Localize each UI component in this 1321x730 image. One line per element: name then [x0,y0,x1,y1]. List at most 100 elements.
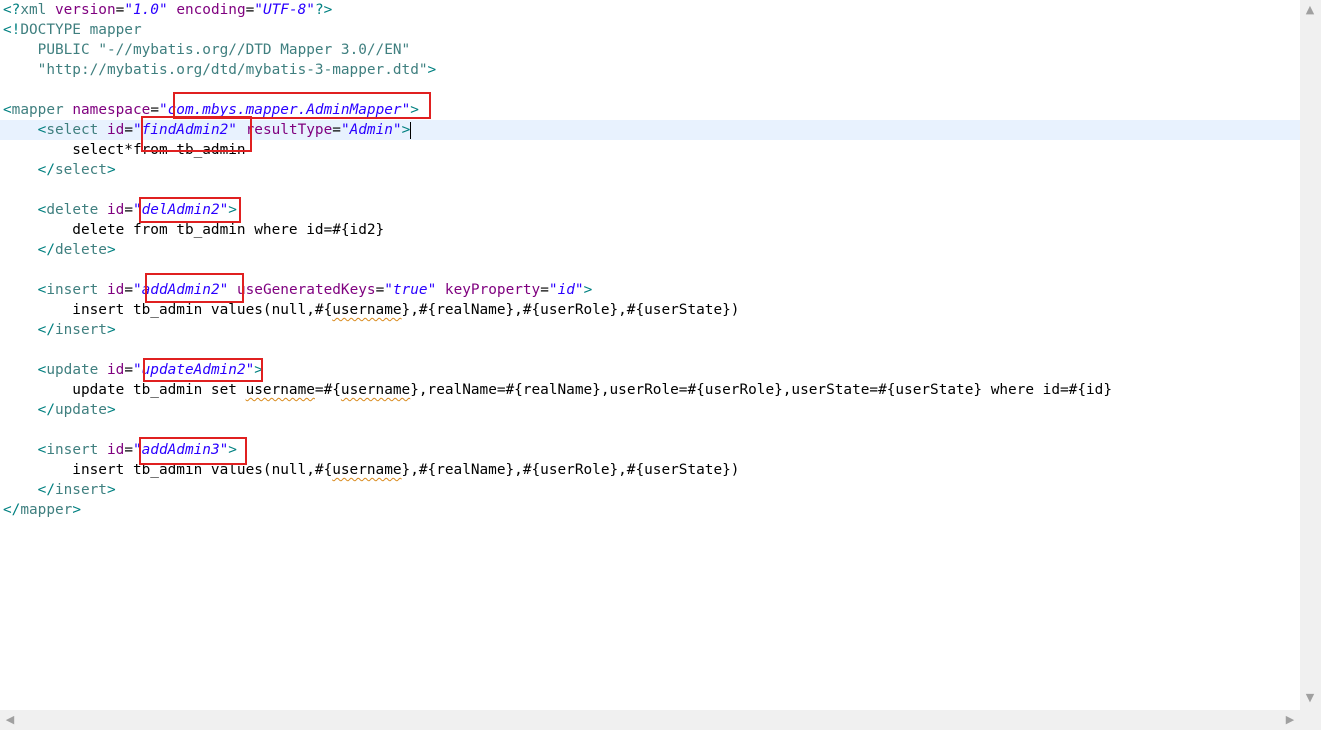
code-token: username [332,302,402,318]
code-token: =#{ [314,382,341,398]
code-token: },#{realName},#{userRole},#{userState}) [401,462,740,478]
code-token: <? [3,2,21,18]
arrow-left-icon[interactable]: ◀ [2,712,18,728]
code-line[interactable] [3,420,1300,440]
code-token: insert [46,442,107,458]
code-token: = [124,282,133,298]
code-line[interactable]: </delete> [3,240,1300,260]
code-token: = [332,122,341,138]
code-token: > [228,202,237,218]
code-token: > [106,322,116,338]
code-token: username [332,462,402,478]
code-line[interactable]: <insert id="addAdmin2" useGeneratedKeys=… [3,280,1300,300]
code-line[interactable]: insert tb_admin values(null,#{username},… [3,300,1300,320]
code-token: mapper [11,102,73,118]
code-token: > [72,502,81,518]
code-token: > [427,62,437,78]
code-line[interactable] [3,340,1300,360]
code-token: insert tb_admin values(null,#{ [3,462,333,478]
code-line[interactable] [3,260,1300,280]
code-token: = [375,282,385,298]
code-token: = [124,442,133,458]
code-token: id [106,122,125,138]
code-line[interactable]: <select id="findAdmin2" resultType="Admi… [0,120,1300,140]
code-token: < [3,102,12,118]
code-token: },realName=#{realName},userRole=#{userRo… [410,382,1112,398]
code-token: "true" [384,282,437,298]
code-token: "com.mbys.mapper.AdminMapper" [158,102,411,118]
code-token: "id" [548,282,584,298]
code-token: </ [37,162,55,178]
code-token: > [228,442,237,458]
code-line[interactable] [3,80,1300,100]
code-token: = [115,2,125,18]
code-line[interactable]: </insert> [3,320,1300,340]
code-token: id [106,442,125,458]
code-line[interactable] [3,180,1300,200]
code-token: "findAdmin2" [132,122,237,138]
code-token: select [54,162,107,178]
code-line[interactable]: </update> [3,400,1300,420]
code-token: = [245,2,255,18]
code-line[interactable]: </insert> [3,480,1300,500]
vertical-scrollbar[interactable]: ▲ ▼ [1300,0,1321,710]
code-token: "addAdmin3" [132,442,229,458]
code-line[interactable]: </select> [3,160,1300,180]
code-token: > [583,282,593,298]
code-token: </ [37,402,55,418]
arrow-down-icon[interactable]: ▼ [1302,690,1318,706]
code-token: delete from tb_admin where id=#{id2} [3,222,385,238]
code-token: id [106,202,125,218]
code-line[interactable]: <delete id="delAdmin2"> [3,200,1300,220]
code-token: "1.0" [124,2,168,18]
code-token: resultType [245,122,333,138]
arrow-up-icon[interactable]: ▲ [1302,2,1318,18]
code-token: insert [54,482,107,498]
code-line[interactable]: delete from tb_admin where id=#{id2} [3,220,1300,240]
code-token: namespace [72,102,151,118]
code-token: </ [3,502,21,518]
code-line[interactable]: PUBLIC "-//mybatis.org//DTD Mapper 3.0//… [3,40,1300,60]
code-line[interactable]: <?xml version="1.0" encoding="UTF-8"?> [3,0,1300,20]
code-line[interactable]: select*from tb_admin [3,140,1300,160]
code-token: > [106,402,116,418]
code-token: xml [20,2,55,18]
code-token: "updateAdmin2" [132,362,255,378]
code-token: <! [3,22,21,38]
code-line[interactable]: update tb_admin set username=#{username}… [3,380,1300,400]
code-token: useGeneratedKeys [236,282,376,298]
code-line[interactable]: <mapper namespace="com.mbys.mapper.Admin… [3,100,1300,120]
code-token: > [106,482,116,498]
code-token: update tb_admin set [3,382,246,398]
code-line[interactable]: "http://mybatis.org/dtd/mybatis-3-mapper… [3,60,1300,80]
code-line[interactable]: <insert id="addAdmin3"> [3,440,1300,460]
code-token: </ [37,322,55,338]
code-token: update [54,402,107,418]
code-token: username [340,382,411,398]
code-editor[interactable]: <?xml version="1.0" encoding="UTF-8"?> <!… [0,0,1300,710]
horizontal-scrollbar[interactable]: ◀ ▶ [0,710,1300,730]
code-token: select [46,122,107,138]
code-token: > [106,242,116,258]
code-line[interactable]: <update id="updateAdmin2"> [3,360,1300,380]
code-token: delete [46,202,107,218]
code-line[interactable]: <!DOCTYPE mapper [3,20,1300,40]
code-line[interactable]: </mapper> [3,500,1300,520]
code-token: update [46,362,107,378]
code-token: PUBLIC [3,42,99,58]
code-lines[interactable]: <?xml version="1.0" encoding="UTF-8"?> <!… [0,0,1300,520]
code-token: = [124,202,133,218]
code-token: > [254,362,263,378]
arrow-right-icon[interactable]: ▶ [1282,712,1298,728]
code-token: ?> [314,2,333,18]
code-token: },#{realName},#{userRole},#{userState}) [401,302,740,318]
code-line[interactable]: insert tb_admin values(null,#{username},… [3,460,1300,480]
